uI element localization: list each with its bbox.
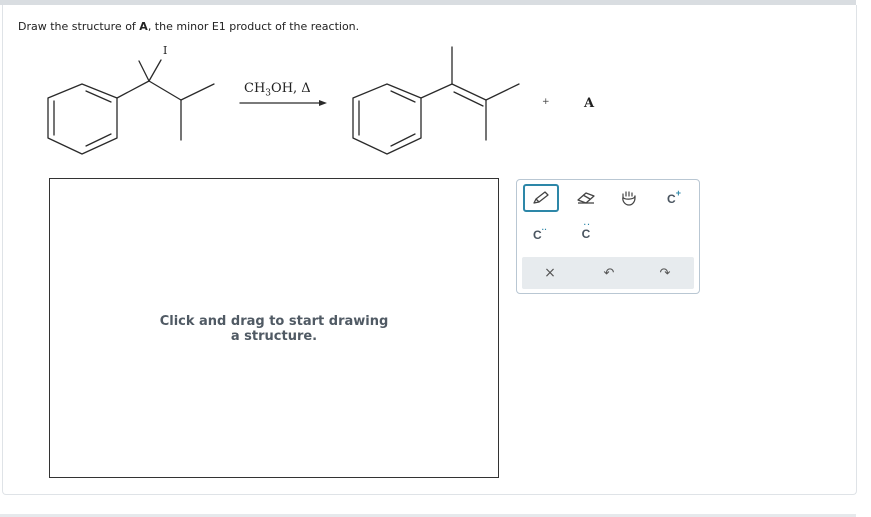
minus-charge-icon: ·· — [541, 224, 547, 234]
plus-sign: + — [542, 97, 550, 107]
lone-pair-carbon-icon: ·· C — [581, 220, 591, 241]
canvas-placeholder: Click and drag to start drawing a struct… — [159, 314, 389, 344]
pencil-icon — [533, 191, 549, 204]
clear-button[interactable]: × — [533, 259, 567, 287]
drawing-canvas[interactable]: Click and drag to start drawing a struct… — [49, 178, 499, 478]
drawing-toolbox: C+ C·· ·· C × ↶ ↷ — [516, 179, 700, 294]
eraser-tool-button[interactable] — [569, 184, 603, 212]
lone-pair-tool-button[interactable]: ·· C — [569, 220, 603, 248]
carbocation-tool-button[interactable]: C+ — [657, 184, 691, 212]
reagent-label: CH3OH, Δ — [244, 81, 311, 99]
lone-pair-dots-icon: ·· — [583, 220, 591, 229]
redo-icon: ↷ — [659, 265, 671, 281]
iodine-label: I — [163, 44, 168, 57]
product-a-label: A — [584, 96, 595, 111]
undo-button[interactable]: ↶ — [592, 259, 626, 287]
arrow-head — [319, 100, 327, 106]
redo-button[interactable]: ↷ — [648, 259, 682, 287]
product-benzene-ring — [352, 83, 422, 155]
carbocation-icon: C+ — [667, 188, 681, 206]
undo-icon: ↶ — [603, 265, 615, 281]
reaction-scheme: I CH3OH, Δ + A — [0, 0, 871, 175]
action-bar: × ↶ ↷ — [522, 257, 694, 289]
reaction-drawing — [47, 46, 520, 155]
carbanion-tool-button[interactable]: C·· — [523, 220, 557, 248]
eraser-icon — [577, 192, 595, 204]
reactant-benzene-ring — [47, 83, 118, 155]
hand-tool-button[interactable] — [612, 184, 646, 212]
hand-icon — [622, 191, 636, 206]
plus-charge-icon: + — [675, 188, 681, 198]
pencil-tool-button[interactable] — [523, 184, 559, 212]
carbanion-icon: C·· — [533, 224, 547, 242]
close-icon: × — [544, 265, 556, 281]
